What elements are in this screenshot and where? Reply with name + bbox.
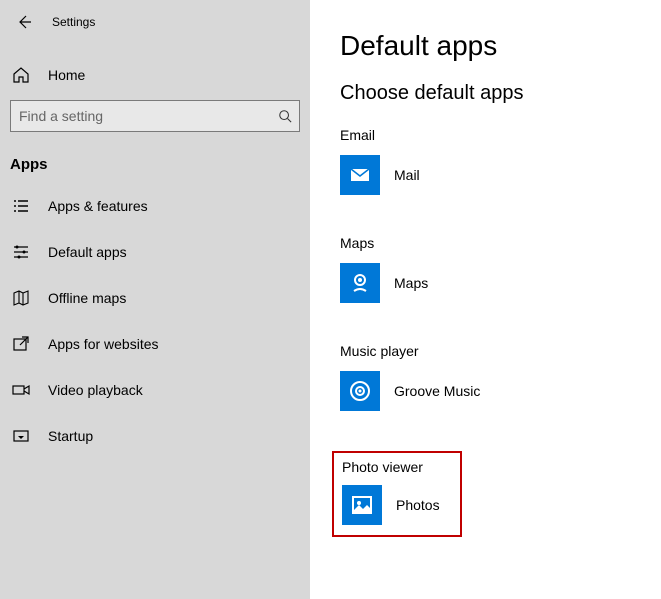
category-music: Music player Groove Music [340, 343, 661, 411]
list-icon [12, 197, 30, 215]
arrow-left-icon [16, 14, 32, 30]
photos-icon [342, 485, 382, 525]
main-content: Default apps Choose default apps Email M… [310, 0, 661, 599]
sidebar-item-label: Video playback [48, 382, 143, 398]
category-label: Email [340, 127, 661, 143]
nav-home[interactable]: Home [0, 56, 310, 94]
sidebar-item-startup[interactable]: Startup [0, 413, 310, 459]
app-name: Photos [396, 497, 440, 513]
sidebar: Settings Home Apps Apps & features Defau… [0, 0, 310, 599]
sidebar-item-label: Startup [48, 428, 93, 444]
sidebar-item-default-apps[interactable]: Default apps [0, 229, 310, 275]
home-icon [12, 66, 30, 84]
mail-icon [340, 155, 380, 195]
app-name: Maps [394, 275, 428, 291]
startup-icon [12, 427, 30, 445]
search-input[interactable] [11, 108, 271, 124]
highlighted-photo-viewer: Photo viewer Photos [332, 451, 462, 537]
sidebar-item-video-playback[interactable]: Video playback [0, 367, 310, 413]
sidebar-section-heading: Apps [0, 150, 310, 183]
category-label: Maps [340, 235, 661, 251]
search-box[interactable] [10, 100, 300, 132]
page-subtitle: Choose default apps [340, 82, 661, 105]
page-title: Default apps [340, 30, 661, 62]
sidebar-item-label: Apps & features [48, 198, 148, 214]
video-icon [12, 381, 30, 399]
open-external-icon [12, 335, 30, 353]
default-app-maps[interactable]: Maps [340, 263, 661, 303]
map-icon [12, 289, 30, 307]
app-name: Groove Music [394, 383, 480, 399]
window-title: Settings [52, 15, 95, 29]
defaults-icon [12, 243, 30, 261]
sidebar-item-label: Offline maps [48, 290, 126, 306]
back-button[interactable] [14, 12, 34, 32]
groove-music-icon [340, 371, 380, 411]
category-label: Music player [340, 343, 661, 359]
sidebar-item-label: Apps for websites [48, 336, 159, 352]
category-maps: Maps Maps [340, 235, 661, 303]
titlebar: Settings [0, 8, 310, 44]
category-label: Photo viewer [342, 459, 452, 475]
category-email: Email Mail [340, 127, 661, 195]
sidebar-item-offline-maps[interactable]: Offline maps [0, 275, 310, 321]
default-app-email[interactable]: Mail [340, 155, 661, 195]
sidebar-item-apps-websites[interactable]: Apps for websites [0, 321, 310, 367]
search-icon [271, 109, 299, 123]
search-container [10, 100, 300, 132]
sidebar-item-label: Default apps [48, 244, 127, 260]
maps-app-icon [340, 263, 380, 303]
default-app-music[interactable]: Groove Music [340, 371, 661, 411]
nav-home-label: Home [48, 67, 85, 83]
app-name: Mail [394, 167, 420, 183]
default-app-photo-viewer[interactable]: Photos [342, 485, 452, 525]
sidebar-item-apps-features[interactable]: Apps & features [0, 183, 310, 229]
